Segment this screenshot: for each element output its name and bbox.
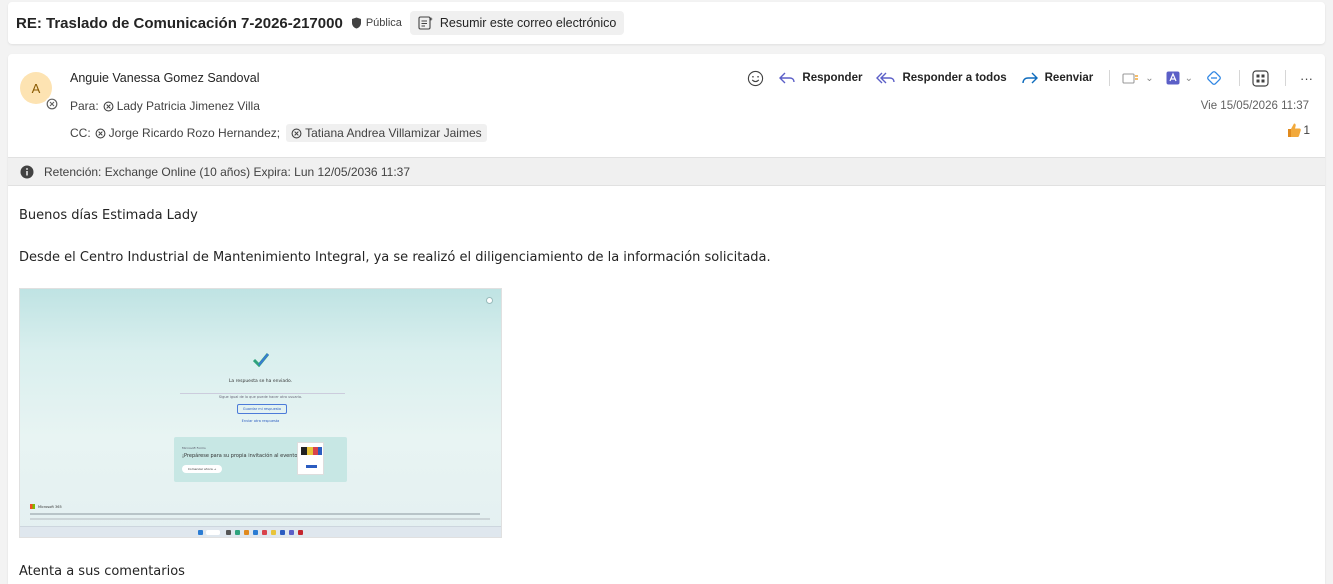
cc-label: CC: [70,126,91,140]
recipient-cc[interactable]: Tatiana Andrea Villamizar Jaimes [286,124,487,142]
separator [1109,70,1111,86]
taskbar-app-icon [262,530,267,535]
screenshot-footer-text [30,518,490,520]
emoji-reaction-button[interactable] [747,70,764,87]
more-options-button[interactable]: ··· [1300,71,1313,86]
promo-card-brand: Microsoft Forms [182,446,206,450]
message-header: A Anguie Vanessa Gomez Sandoval Para: La… [8,54,1325,157]
forward-icon [1021,72,1038,84]
unavailable-icon [291,128,302,138]
apps-icon [1252,69,1269,87]
reply-icon [779,72,796,84]
subject-bar: RE: Traslado de Comunicación 7-2026-2170… [8,2,1325,44]
greeting-text: Buenos días Estimada Lady [19,208,198,223]
taskbar-app-icon [244,530,249,535]
avatar-initial: A [31,80,41,96]
message-card: A Anguie Vanessa Gomez Sandoval Para: La… [8,54,1325,584]
mail-flag-icon [1122,73,1139,84]
thumbs-up-icon [1288,123,1302,137]
recipient-cc[interactable]: Jorge Ricardo Rozo Hernandez; [95,126,280,140]
sensitivity-label[interactable]: Pública [366,17,402,29]
reply-all-button[interactable]: Responder a todos [876,71,1007,85]
body-paragraph: Desde el Centro Industrial de Mantenimie… [19,250,771,265]
screenshot-save-button: Guardar mi respuesta [237,404,287,414]
taskbar-search [206,530,220,535]
taskbar-app-icon [253,530,258,535]
loop-button[interactable] [1205,69,1223,87]
taskbar-app-icon [235,530,240,535]
shield-icon [351,17,362,29]
windows-icon [198,530,203,535]
reaction-badge[interactable]: 1 [1286,122,1310,138]
checkmark-icon [253,353,269,367]
closing-text: Atenta a sus comentarios [19,564,185,579]
taskbar-app-icon [226,530,231,535]
brand-label: Microsoft 365 [38,504,62,509]
reply-label: Responder [802,72,863,84]
retention-banner: Retención: Exchange Online (10 años) Exp… [8,157,1325,186]
summarize-button[interactable]: Resumir este correo electrónico [409,11,625,35]
retention-text: Retención: Exchange Online (10 años) Exp… [44,164,411,179]
taskbar-app-icon [280,530,285,535]
screenshot-title: La respuesta se ha enviado. [228,379,293,384]
chevron-down-icon: ⌄ [1184,72,1193,84]
to-label: Para: [70,99,99,113]
subject-title: RE: Traslado de Comunicación 7-2026-2170… [16,14,343,32]
unavailable-icon [95,128,106,138]
screenshot-link: Enviar otra respuesta [241,419,280,423]
screenshot-menu-dot [486,297,493,304]
recipient-name: Tatiana Andrea Villamizar Jaimes [305,126,482,140]
message-date: Vie 15/05/2026 11:37 [1200,100,1309,112]
presence-icon [45,97,59,111]
screenshot-taskbar [20,526,501,537]
more-label: ··· [1300,70,1313,86]
emoji-icon [748,70,764,86]
mark-button[interactable]: ⌄ [1122,71,1154,85]
reply-button[interactable]: Responder [778,71,862,85]
summary-icon [418,16,433,30]
pdf-button[interactable]: ⌄ [1166,71,1193,85]
screenshot-brand: Microsoft 365 [30,504,62,509]
recipient-name: Lady Patricia Jimenez Villa [116,99,260,113]
reaction-count: 1 [1303,123,1310,137]
info-icon [20,165,34,178]
loop-icon [1207,71,1221,85]
separator [1239,70,1240,86]
promo-card-image [297,442,324,475]
summarize-label: Resumir este correo electrónico [439,16,617,30]
recipient-name: Jorge Ricardo Rozo Hernandez; [108,126,281,140]
cc-row: CC: Jorge Ricardo Rozo Hernandez; Tatian… [70,124,487,142]
message-actions: Responder Responder a todos Reenviar ⌄ ⌄ [735,67,1313,89]
reply-all-icon [876,72,896,84]
taskbar-app-icon [271,530,276,535]
reply-all-label: Responder a todos [902,72,1007,84]
promo-card-button: Comenzar ahora → [182,465,222,473]
unavailable-icon [103,101,114,111]
screenshot-divider [180,393,345,394]
pdf-icon [1166,71,1180,85]
embedded-screenshot[interactable]: La respuesta se ha enviado. Sigue igual … [19,288,502,538]
screenshot-footer-text [30,513,480,515]
recipient-to[interactable]: Lady Patricia Jimenez Villa [103,99,260,113]
separator [1285,70,1286,86]
screenshot-subtitle: Sigue igual de lo que puede hacer otro u… [218,395,303,399]
forward-button[interactable]: Reenviar [1021,71,1094,85]
sender-name[interactable]: Anguie Vanessa Gomez Sandoval [70,71,259,85]
forward-label: Reenviar [1044,72,1094,84]
to-row: Para: Lady Patricia Jimenez Villa [70,99,260,113]
taskbar-app-icon [289,530,294,535]
taskbar-app-icon [298,530,303,535]
apps-button[interactable] [1252,69,1269,87]
chevron-down-icon: ⌄ [1145,72,1154,84]
screenshot-promo-card: Microsoft Forms ¡Prepárese para su propi… [174,437,347,482]
promo-card-title: ¡Prepárese para su propia invitación al … [182,453,300,459]
